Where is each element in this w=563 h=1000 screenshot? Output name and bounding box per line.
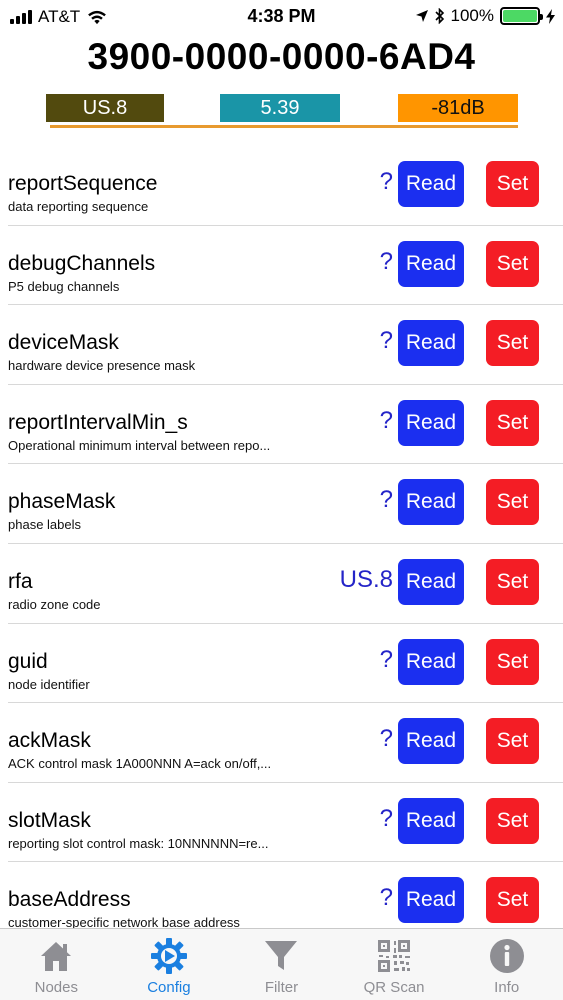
- config-row-title: ackMask: [8, 729, 91, 753]
- set-button[interactable]: Set: [486, 638, 539, 685]
- set-button[interactable]: Set: [486, 161, 539, 207]
- config-row-rfa: rfa radio zone code US.8 Read Set: [8, 544, 563, 624]
- location-arrow-icon: [415, 10, 428, 22]
- read-button[interactable]: Read: [398, 718, 464, 765]
- config-row-title: reportSequence: [8, 172, 158, 195]
- set-button[interactable]: Set: [486, 479, 539, 526]
- config-row-ackMask: ackMask ACK control mask 1A000NNN A=ack o…: [8, 703, 563, 783]
- config-row-description: phase labels: [8, 517, 81, 533]
- tab-filter[interactable]: Filter: [225, 929, 338, 1000]
- read-button[interactable]: Read: [398, 479, 464, 526]
- tab-qr-scan[interactable]: QR Scan: [338, 929, 451, 1000]
- set-button[interactable]: Set: [486, 797, 539, 844]
- config-row-value: ?: [379, 884, 393, 912]
- tab-info[interactable]: Info: [450, 929, 563, 1000]
- config-row-description: data reporting sequence: [8, 199, 149, 214]
- read-button[interactable]: Read: [398, 320, 464, 367]
- config-row-description: customer-specific network base address: [8, 915, 240, 928]
- tab-label: Nodes: [34, 979, 78, 996]
- charging-bolt-icon: [546, 8, 555, 24]
- config-row-reportIntervalMin_s: reportIntervalMin_s Operational minimum i…: [8, 385, 563, 465]
- set-button[interactable]: Set: [486, 718, 539, 765]
- funnel-icon: [262, 937, 300, 975]
- read-button[interactable]: Read: [398, 161, 464, 207]
- device-status-badges: US.8 5.39 -81dB: [44, 94, 518, 128]
- set-button[interactable]: Set: [486, 877, 539, 924]
- config-row-reportSequence: reportSequence data reporting sequence? Re…: [8, 146, 563, 226]
- tab-nodes[interactable]: Nodes: [0, 929, 113, 1000]
- config-row-description: hardware device presence mask: [8, 358, 196, 374]
- config-row-value: ?: [379, 804, 393, 832]
- config-row-title: baseAddress: [8, 888, 131, 912]
- config-row-description: Operational minimum interval between rep…: [8, 437, 271, 453]
- config-row-title: deviceMask: [8, 331, 119, 355]
- set-button[interactable]: Set: [486, 320, 539, 367]
- version-badge: 5.39: [220, 94, 340, 122]
- config-row-debugChannels: debugChannels P5 debug channels? Read Set: [8, 226, 563, 306]
- set-button[interactable]: Set: [486, 240, 539, 287]
- tab-bar: Nodes Config Filter QR Scan Info: [0, 928, 563, 1000]
- read-button[interactable]: Read: [398, 399, 464, 446]
- config-row-description: P5 debug channels: [8, 278, 120, 294]
- config-row-value: US.8: [339, 565, 393, 593]
- config-row-slotMask: slotMask reporting slot control mask: 10N…: [8, 783, 563, 863]
- tab-label: Config: [147, 979, 191, 996]
- info-icon: [488, 937, 526, 975]
- config-row-title: rfa: [8, 569, 33, 593]
- config-row-phaseMask: phaseMask phase labels? Read Set: [8, 464, 563, 544]
- config-row-title: slotMask: [8, 808, 91, 832]
- config-row-baseAddress: baseAddress customer-specific network bas…: [8, 862, 563, 928]
- region-badge: US.8: [46, 94, 164, 122]
- config-row-value: ?: [379, 486, 393, 514]
- bluetooth-icon: [434, 8, 444, 24]
- status-bar: AT&T 4:38 PM 100%: [0, 0, 563, 34]
- status-right: 100%: [415, 6, 555, 26]
- header-divider: [50, 125, 518, 128]
- read-button[interactable]: Read: [398, 638, 464, 685]
- device-id-title: 3900-0000-0000-6AD4: [87, 36, 476, 77]
- config-row-description: radio zone code: [8, 596, 101, 612]
- battery-percent: 100%: [450, 6, 494, 25]
- tab-label: Filter: [264, 979, 299, 996]
- config-row-value: ?: [379, 327, 393, 355]
- config-row-description: ACK control mask 1A000NNN A=ack on/off,.…: [8, 756, 272, 772]
- config-row-value: ?: [379, 645, 393, 673]
- set-button[interactable]: Set: [486, 558, 539, 605]
- house-icon: [37, 937, 75, 975]
- config-row-guid: guid node identifier? Read Set: [8, 624, 563, 704]
- battery-icon: [500, 7, 543, 25]
- config-row-value: ?: [379, 168, 393, 195]
- config-row-deviceMask: deviceMask hardware device presence mask?…: [8, 305, 563, 385]
- read-button[interactable]: Read: [398, 877, 464, 924]
- config-row-title: debugChannels: [8, 251, 156, 275]
- tab-label: QR Scan: [363, 979, 425, 996]
- config-row-value: ?: [379, 247, 393, 275]
- config-row-description: reporting slot control mask: 10NNNNNN=re…: [8, 835, 269, 851]
- read-button[interactable]: Read: [398, 558, 464, 605]
- config-row-title: phaseMask: [8, 490, 116, 514]
- config-row-description: node identifier: [8, 676, 90, 692]
- config-row-value: ?: [379, 725, 393, 753]
- qr-code-icon: [375, 937, 413, 975]
- config-row-title: guid: [8, 649, 48, 673]
- set-button[interactable]: Set: [486, 399, 539, 446]
- tab-config[interactable]: Config: [113, 929, 226, 1000]
- read-button[interactable]: Read: [398, 797, 464, 844]
- rssi-badge: -81dB: [398, 94, 518, 122]
- tab-label: Info: [494, 979, 520, 996]
- config-row-title: reportIntervalMin_s: [8, 410, 188, 434]
- config-row-value: ?: [379, 406, 393, 434]
- gear-icon: [150, 937, 188, 975]
- read-button[interactable]: Read: [398, 240, 464, 287]
- config-list[interactable]: reportSequence data reporting sequence? Re…: [0, 146, 563, 928]
